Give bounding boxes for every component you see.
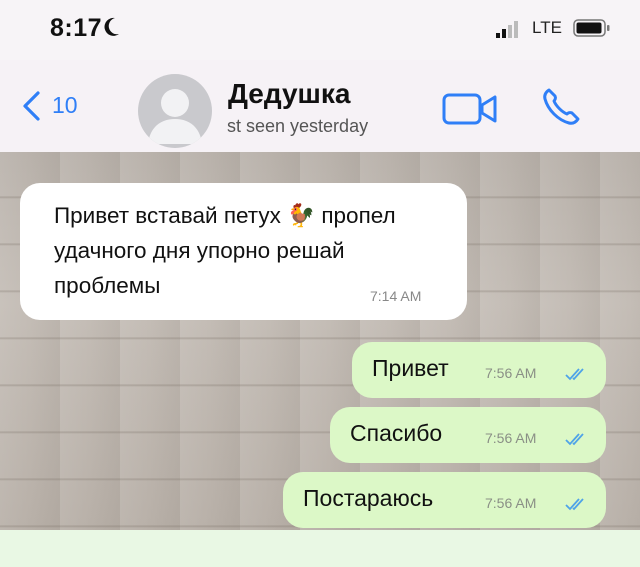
status-bar: 8:17 LTE [0, 0, 640, 60]
incoming-message[interactable]: Привет вставай петух 🐓 пропел удачного д… [20, 183, 467, 320]
avatar[interactable] [138, 74, 212, 148]
message-text: Постараюсь [303, 485, 434, 511]
video-call-icon[interactable] [442, 91, 498, 127]
outgoing-message[interactable]: Привет 7:56 AM [352, 342, 606, 398]
phone-icon[interactable] [540, 86, 582, 128]
chevron-left-icon[interactable] [18, 90, 44, 122]
back-button-count[interactable]: 10 [52, 92, 78, 119]
battery-icon [573, 19, 610, 37]
contact-name[interactable]: Дедушка [228, 78, 350, 110]
outgoing-message[interactable]: Спасибо 7:56 AM [330, 407, 606, 463]
message-time: 7:56 AM [485, 365, 537, 381]
message-time: 7:56 AM [485, 495, 537, 511]
read-ticks-icon [565, 433, 584, 446]
signal-icon [496, 21, 518, 38]
message-time: 7:14 AM [370, 288, 422, 304]
message-text: Спасибо [350, 420, 443, 446]
last-seen-status: st seen yesterday [227, 116, 369, 136]
default-avatar-icon [148, 89, 202, 144]
network-type: LTE [532, 18, 562, 37]
input-bar[interactable] [0, 530, 640, 567]
moon-icon [104, 17, 119, 36]
message-time: 7:56 AM [485, 430, 537, 446]
message-text: Привет [372, 355, 449, 381]
outgoing-message[interactable]: Постараюсь 7:56 AM [283, 472, 606, 528]
status-time: 8:17 [50, 14, 103, 42]
read-ticks-icon [565, 498, 584, 511]
read-ticks-icon [565, 368, 584, 381]
